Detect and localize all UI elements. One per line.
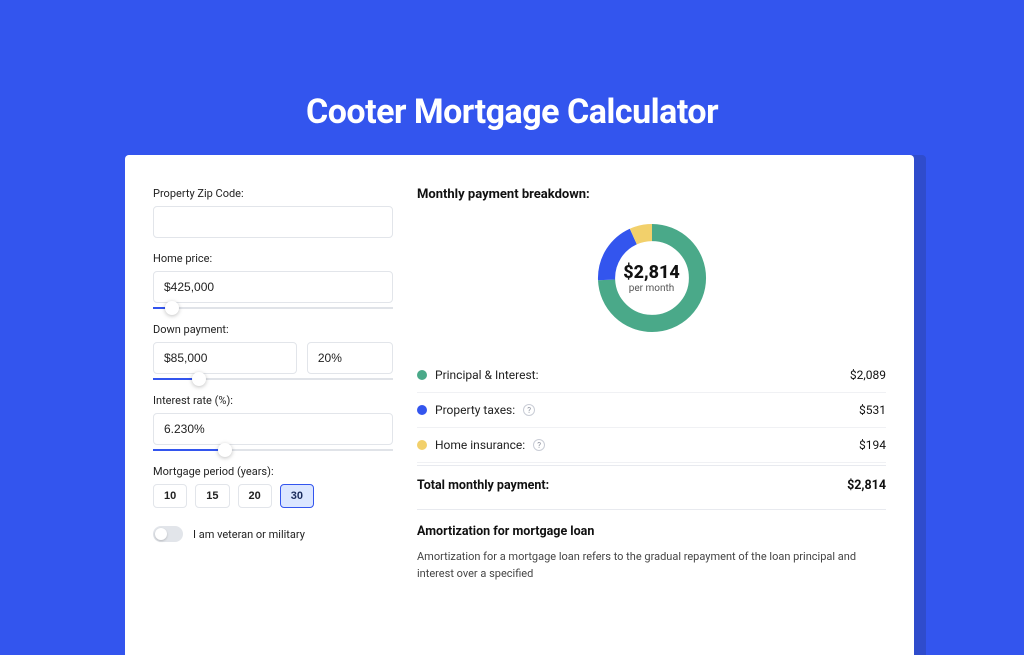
breakdown-label: Property taxes:	[435, 403, 515, 417]
breakdown-row-principal: Principal & Interest: $2,089	[417, 358, 886, 393]
home-price-slider[interactable]	[153, 307, 393, 309]
veteran-row: I am veteran or military	[153, 526, 393, 542]
down-payment-amount-input[interactable]	[153, 342, 297, 374]
home-price-label: Home price:	[153, 252, 393, 265]
breakdown-label: Home insurance:	[435, 438, 525, 452]
interest-rate-input[interactable]	[153, 413, 393, 445]
form-column: Property Zip Code: Home price: Down paym…	[153, 187, 393, 655]
calculator-card: Property Zip Code: Home price: Down paym…	[125, 155, 914, 655]
amortization-heading: Amortization for mortgage loan	[417, 524, 886, 539]
interest-rate-slider[interactable]	[153, 449, 393, 451]
amortization-section: Amortization for mortgage loan Amortizat…	[417, 509, 886, 582]
zip-input[interactable]	[153, 206, 393, 238]
breakdown-value: $194	[859, 438, 886, 452]
donut-chart-wrap: $2,814 per month	[417, 218, 886, 338]
donut-amount: $2,814	[623, 262, 680, 283]
page-title: Cooter Mortgage Calculator	[0, 0, 1024, 132]
donut-sub: per month	[629, 283, 675, 294]
amortization-body: Amortization for a mortgage loan refers …	[417, 549, 886, 582]
veteran-toggle[interactable]	[153, 526, 183, 542]
interest-rate-label: Interest rate (%):	[153, 394, 393, 407]
down-payment-percent-input[interactable]	[307, 342, 393, 374]
dot-icon	[417, 370, 427, 380]
field-interest-rate: Interest rate (%):	[153, 394, 393, 451]
down-payment-slider[interactable]	[153, 378, 393, 380]
field-down-payment: Down payment:	[153, 323, 393, 380]
period-option-10[interactable]: 10	[153, 484, 187, 508]
period-option-30[interactable]: 30	[280, 484, 314, 508]
breakdown-value: $2,089	[850, 368, 886, 382]
breakdown-label: Principal & Interest:	[435, 368, 539, 382]
zip-label: Property Zip Code:	[153, 187, 393, 200]
total-row: Total monthly payment: $2,814	[417, 465, 886, 509]
period-option-15[interactable]: 15	[195, 484, 229, 508]
dot-icon	[417, 405, 427, 415]
field-zip: Property Zip Code:	[153, 187, 393, 238]
home-price-input[interactable]	[153, 271, 393, 303]
breakdown-row-taxes: Property taxes: ? $531	[417, 393, 886, 428]
period-segmented: 10 15 20 30	[153, 484, 393, 508]
period-option-20[interactable]: 20	[238, 484, 272, 508]
info-icon[interactable]: ?	[533, 439, 545, 451]
field-period: Mortgage period (years): 10 15 20 30	[153, 465, 393, 508]
breakdown-heading: Monthly payment breakdown:	[417, 187, 886, 202]
down-payment-label: Down payment:	[153, 323, 393, 336]
breakdown-row-insurance: Home insurance: ? $194	[417, 428, 886, 463]
total-label: Total monthly payment:	[417, 478, 549, 493]
field-home-price: Home price:	[153, 252, 393, 309]
donut-chart: $2,814 per month	[592, 218, 712, 338]
total-value: $2,814	[847, 478, 886, 493]
summary-column: Monthly payment breakdown: $2,814 per mo…	[417, 187, 886, 655]
dot-icon	[417, 440, 427, 450]
period-label: Mortgage period (years):	[153, 465, 393, 478]
veteran-label: I am veteran or military	[193, 528, 305, 541]
info-icon[interactable]: ?	[523, 404, 535, 416]
breakdown-value: $531	[859, 403, 886, 417]
